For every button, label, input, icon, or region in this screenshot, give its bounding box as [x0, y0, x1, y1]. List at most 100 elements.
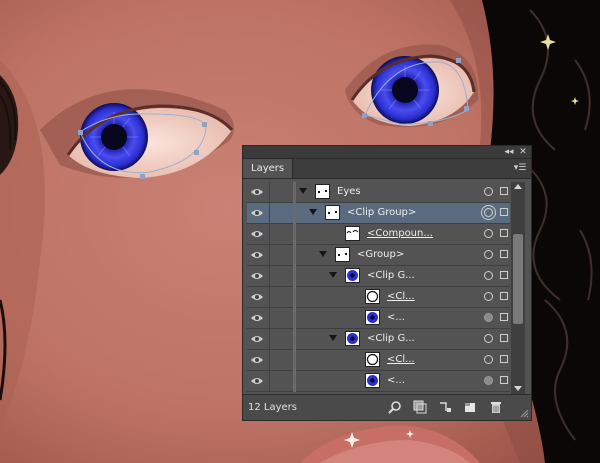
lock-toggle[interactable] [269, 287, 295, 307]
eye-visibility-icon[interactable] [250, 354, 264, 366]
target-circle-icon[interactable] [484, 313, 493, 322]
layer-color-bar [293, 287, 296, 308]
selection-square-icon[interactable] [500, 355, 508, 363]
layer-name[interactable]: Eyes [337, 182, 361, 202]
layer-name[interactable]: <... [387, 308, 405, 328]
layer-color-bar [293, 224, 296, 245]
selection-square-icon[interactable] [500, 250, 508, 258]
selection-square-icon[interactable] [500, 187, 508, 195]
selection-square-icon[interactable] [500, 334, 508, 342]
layer-row[interactable]: <Clip Group> [247, 203, 510, 224]
layers-list: Eyes <Clip Group> <Compoun... <Group> <Clip … [247, 182, 510, 394]
lock-toggle[interactable] [269, 182, 295, 202]
selection-square-icon[interactable] [500, 376, 508, 384]
layer-row[interactable]: <Clip G... [247, 329, 510, 350]
lock-toggle[interactable] [269, 308, 295, 328]
expand-triangle-icon[interactable] [309, 209, 317, 215]
layer-color-bar [293, 350, 296, 371]
expand-triangle-icon[interactable] [319, 251, 327, 257]
delete-layer-icon[interactable] [489, 400, 503, 414]
eye-visibility-icon[interactable] [250, 291, 264, 303]
make-clipping-mask-icon[interactable] [413, 400, 427, 414]
eye-visibility-icon[interactable] [250, 312, 264, 324]
layer-row[interactable]: <Compoun... [247, 224, 510, 245]
selection-square-icon[interactable] [500, 208, 508, 216]
layer-name[interactable]: <Clip G... [367, 329, 415, 349]
selection-square-icon[interactable] [500, 292, 508, 300]
eye-visibility-icon[interactable] [250, 228, 264, 240]
layer-color-bar [293, 329, 296, 350]
scroll-down-arrow-icon[interactable] [514, 386, 522, 391]
target-circle-icon[interactable] [484, 271, 493, 280]
collapse-panel-button[interactable]: ◂◂ [503, 146, 515, 158]
lock-toggle[interactable] [269, 203, 295, 223]
layer-thumbnail [365, 310, 380, 325]
resize-grip-icon[interactable] [520, 409, 529, 418]
layer-thumbnail [315, 184, 330, 199]
layer-thumbnail [345, 268, 360, 283]
target-circle-icon[interactable] [484, 187, 493, 196]
layer-name[interactable]: <Clip Group> [347, 203, 416, 223]
scroll-up-arrow-icon[interactable] [514, 184, 522, 189]
layer-row[interactable]: <... [247, 308, 510, 329]
locate-object-icon[interactable] [388, 400, 402, 414]
layer-name[interactable]: <Cl... [387, 287, 415, 307]
tab-layers[interactable]: Layers [243, 159, 294, 178]
lock-toggle[interactable] [269, 245, 295, 265]
layer-row[interactable]: Eyes [247, 182, 510, 203]
layer-color-bar [293, 371, 296, 392]
target-circle-icon[interactable] [484, 334, 493, 343]
selection-square-icon[interactable] [500, 271, 508, 279]
expand-triangle-icon[interactable] [299, 188, 307, 194]
lock-toggle[interactable] [269, 329, 295, 349]
eye-visibility-icon[interactable] [250, 333, 264, 345]
eye-visibility-icon[interactable] [250, 186, 264, 198]
expand-triangle-icon[interactable] [329, 272, 337, 278]
layer-row[interactable]: <Group> [247, 245, 510, 266]
target-circle-icon[interactable] [484, 292, 493, 301]
panel-menu-icon[interactable]: ▾☰ [513, 162, 527, 174]
create-sublayer-icon[interactable] [438, 400, 452, 414]
eye-visibility-icon[interactable] [250, 207, 264, 219]
selection-square-icon[interactable] [500, 229, 508, 237]
target-circle-icon[interactable] [484, 208, 493, 217]
selection-square-icon[interactable] [500, 313, 508, 321]
eye-visibility-icon[interactable] [250, 249, 264, 261]
layer-count-label: 12 Layers [248, 402, 297, 413]
panel-footer: 12 Layers [243, 394, 531, 420]
target-circle-icon[interactable] [484, 250, 493, 259]
layer-thumbnail [325, 205, 340, 220]
new-layer-icon[interactable] [463, 400, 477, 414]
eye-visibility-icon[interactable] [250, 375, 264, 387]
target-circle-icon[interactable] [484, 229, 493, 238]
eye-visibility-icon[interactable] [250, 270, 264, 282]
layers-scrollbar[interactable] [511, 182, 525, 394]
layer-thumbnail [365, 289, 380, 304]
layer-thumbnail [335, 247, 350, 262]
layer-row[interactable]: <Cl... [247, 287, 510, 308]
target-circle-icon[interactable] [484, 355, 493, 364]
layer-name[interactable]: <... [387, 371, 405, 391]
lock-toggle[interactable] [269, 266, 295, 286]
lock-toggle[interactable] [269, 224, 295, 244]
lock-toggle[interactable] [269, 350, 295, 370]
layer-thumbnail [345, 226, 360, 241]
layer-color-bar [293, 266, 296, 287]
lock-toggle[interactable] [269, 371, 295, 391]
layer-row[interactable]: <Cl... [247, 350, 510, 371]
layer-color-bar [293, 245, 296, 266]
layer-row[interactable]: <Clip G... [247, 266, 510, 287]
expand-triangle-icon[interactable] [329, 335, 337, 341]
scrollbar-thumb[interactable] [513, 234, 523, 324]
layer-name[interactable]: <Compoun... [367, 224, 433, 244]
layer-name[interactable]: <Cl... [387, 350, 415, 370]
close-panel-button[interactable]: ✕ [517, 146, 529, 158]
layer-color-bar [293, 308, 296, 329]
layer-thumbnail [345, 331, 360, 346]
layer-name[interactable]: <Group> [357, 245, 404, 265]
layers-panel: ◂◂ ✕ Layers ▾☰ Eyes <Clip Group> <Compoun.… [242, 145, 532, 421]
panel-title-bar[interactable]: ◂◂ ✕ [243, 146, 531, 159]
target-circle-icon[interactable] [484, 376, 493, 385]
layer-row[interactable]: <... [247, 371, 510, 392]
layer-name[interactable]: <Clip G... [367, 266, 415, 286]
